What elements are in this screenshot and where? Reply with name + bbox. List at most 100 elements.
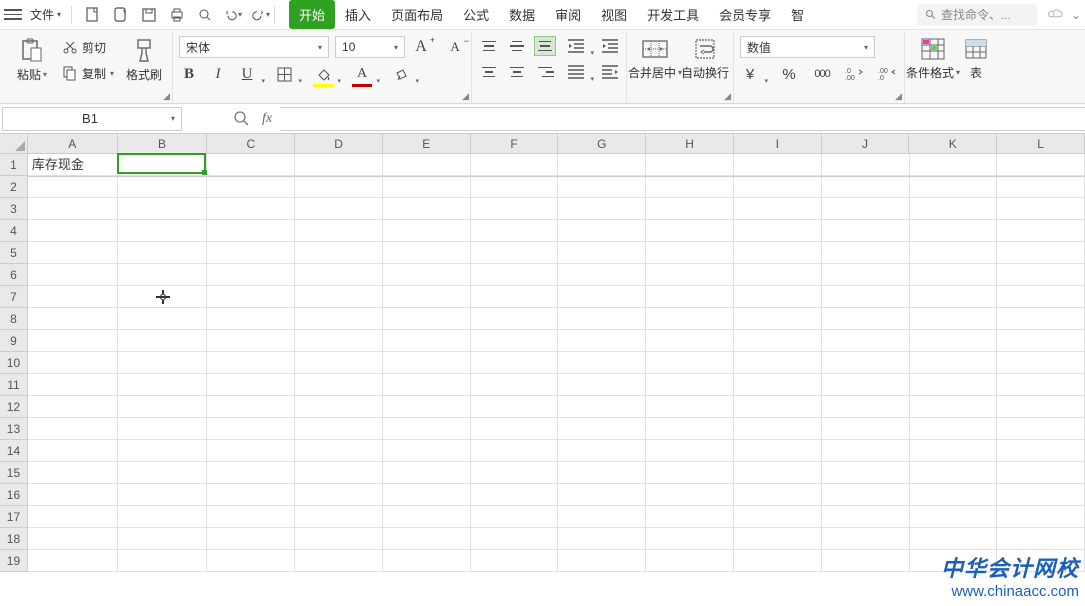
- ribbon-tab-5[interactable]: 审阅: [545, 0, 591, 29]
- cell[interactable]: [558, 330, 646, 352]
- cell[interactable]: [822, 550, 910, 572]
- cell[interactable]: [28, 308, 118, 330]
- cell[interactable]: [118, 264, 208, 286]
- cell[interactable]: [383, 418, 471, 440]
- cell[interactable]: [118, 550, 208, 572]
- cell[interactable]: [734, 264, 822, 286]
- cell[interactable]: [910, 264, 998, 286]
- wrap-text-button[interactable]: 自动换行: [683, 36, 727, 81]
- cell[interactable]: [207, 286, 295, 308]
- cell[interactable]: [28, 506, 118, 528]
- cell[interactable]: [734, 308, 822, 330]
- cell[interactable]: [295, 220, 383, 242]
- cell[interactable]: [646, 418, 734, 440]
- cell[interactable]: [910, 484, 998, 506]
- column-header[interactable]: G: [558, 134, 646, 153]
- cell[interactable]: [646, 550, 734, 572]
- cell[interactable]: [28, 352, 118, 374]
- cell[interactable]: [910, 198, 998, 220]
- cell[interactable]: [295, 308, 383, 330]
- cell[interactable]: [118, 176, 208, 198]
- underline-button[interactable]: U: [237, 64, 257, 84]
- ribbon-tab-6[interactable]: 视图: [591, 0, 637, 29]
- cell[interactable]: [471, 352, 559, 374]
- cell[interactable]: [822, 176, 910, 198]
- file-menu[interactable]: 文件 ▾: [24, 6, 67, 23]
- currency-button[interactable]: ¥: [740, 64, 760, 84]
- cell[interactable]: [28, 462, 118, 484]
- clear-format-button[interactable]: [391, 64, 411, 84]
- row-header[interactable]: 1: [0, 154, 28, 176]
- zoom-fx-icon[interactable]: [234, 111, 250, 127]
- cell[interactable]: [646, 484, 734, 506]
- cell[interactable]: [383, 154, 471, 176]
- cell[interactable]: [822, 484, 910, 506]
- cell[interactable]: [997, 308, 1085, 330]
- align-right-button[interactable]: [534, 62, 556, 82]
- cell[interactable]: [910, 462, 998, 484]
- cell[interactable]: [997, 286, 1085, 308]
- cell[interactable]: [822, 286, 910, 308]
- cell[interactable]: [383, 198, 471, 220]
- table-style-button[interactable]: 表: [961, 36, 991, 81]
- cell[interactable]: [471, 374, 559, 396]
- cell[interactable]: [734, 506, 822, 528]
- cell[interactable]: [207, 506, 295, 528]
- cell[interactable]: [118, 242, 208, 264]
- cell[interactable]: [295, 440, 383, 462]
- cell[interactable]: [295, 154, 383, 176]
- cell[interactable]: [28, 330, 118, 352]
- cell[interactable]: [997, 550, 1085, 572]
- cell[interactable]: [118, 418, 208, 440]
- cell[interactable]: [734, 374, 822, 396]
- cell[interactable]: [28, 440, 118, 462]
- cell[interactable]: [471, 220, 559, 242]
- cell[interactable]: [734, 462, 822, 484]
- cell[interactable]: [118, 440, 208, 462]
- cell[interactable]: [822, 242, 910, 264]
- spreadsheet-grid[interactable]: ABCDEFGHIJKL1库存现金23456789101112131415161…: [0, 134, 1085, 572]
- cell[interactable]: [558, 154, 646, 176]
- cell[interactable]: [822, 528, 910, 550]
- cell[interactable]: [558, 484, 646, 506]
- cell[interactable]: [558, 506, 646, 528]
- column-header[interactable]: D: [295, 134, 383, 153]
- cell[interactable]: [646, 352, 734, 374]
- cell[interactable]: [28, 484, 118, 506]
- weather-icon[interactable]: [1045, 6, 1065, 24]
- cell[interactable]: [471, 242, 559, 264]
- cell[interactable]: [28, 374, 118, 396]
- indent-decrease-button[interactable]: [566, 36, 586, 56]
- cell[interactable]: [118, 528, 208, 550]
- cell[interactable]: [118, 286, 208, 308]
- clipboard-launcher-icon[interactable]: ◢: [163, 91, 170, 102]
- cell[interactable]: [207, 374, 295, 396]
- cell[interactable]: [118, 506, 208, 528]
- percent-button[interactable]: %: [779, 64, 799, 84]
- cell[interactable]: [207, 242, 295, 264]
- cell[interactable]: [822, 154, 910, 176]
- cell[interactable]: [997, 330, 1085, 352]
- cell[interactable]: [646, 462, 734, 484]
- cell[interactable]: [910, 396, 998, 418]
- cell[interactable]: [28, 550, 118, 572]
- cell[interactable]: [558, 462, 646, 484]
- column-header[interactable]: J: [822, 134, 910, 153]
- cell[interactable]: [734, 220, 822, 242]
- cell[interactable]: [207, 440, 295, 462]
- cell[interactable]: [471, 484, 559, 506]
- cell[interactable]: [207, 352, 295, 374]
- cell[interactable]: [207, 330, 295, 352]
- cell[interactable]: [383, 462, 471, 484]
- cell[interactable]: [207, 550, 295, 572]
- cell[interactable]: [295, 198, 383, 220]
- cell[interactable]: [28, 242, 118, 264]
- cell[interactable]: [383, 550, 471, 572]
- cell[interactable]: [471, 550, 559, 572]
- name-box[interactable]: B1 ▾: [2, 107, 182, 131]
- cell[interactable]: [646, 374, 734, 396]
- cell[interactable]: [471, 440, 559, 462]
- cell[interactable]: [28, 418, 118, 440]
- cell[interactable]: [910, 550, 998, 572]
- cell[interactable]: 库存现金: [28, 154, 118, 176]
